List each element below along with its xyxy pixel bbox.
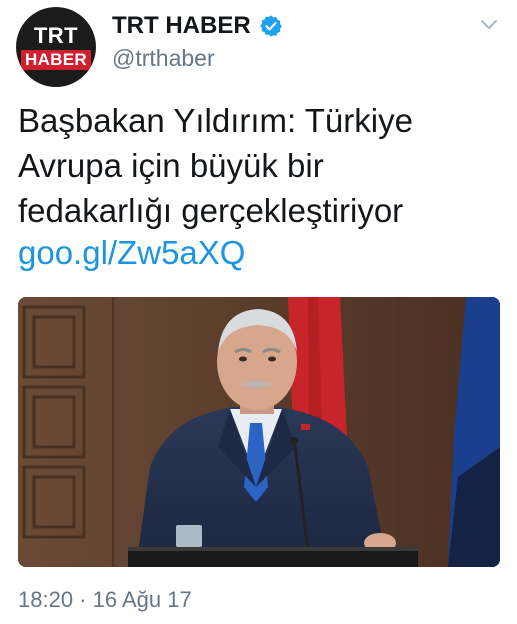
tweet-text-line: fedakarlığı gerçekleştiriyor [18, 192, 404, 229]
tweet-text-line: Avrupa için büyük bir [18, 147, 324, 184]
name-row: TRT HABER [112, 10, 283, 42]
tweet-photo[interactable] [18, 297, 500, 567]
photo-illustration [18, 297, 500, 567]
avatar[interactable]: TRT HABER [16, 7, 96, 87]
avatar-logo-top: TRT [33, 22, 79, 48]
display-name[interactable]: TRT HABER [112, 12, 251, 40]
tweet-link[interactable]: goo.gl/Zw5aXQ [18, 233, 245, 273]
tweet-text-line: Başbakan Yıldırım: Türkiye [18, 102, 413, 139]
tweet-timestamp[interactable]: 18:20 · 16 Ağu 17 [18, 587, 192, 613]
account-handle[interactable]: @trthaber [112, 45, 215, 72]
tweet-text: Başbakan Yıldırım: Türkiye Avrupa için b… [18, 98, 498, 233]
tweet-card[interactable]: TRT HABER TRT HABER @trthaber Başbakan Y… [0, 0, 517, 624]
avatar-logo-bottom: HABER [21, 49, 91, 70]
verified-badge-icon [259, 15, 282, 37]
chevron-down-icon[interactable] [479, 14, 499, 34]
